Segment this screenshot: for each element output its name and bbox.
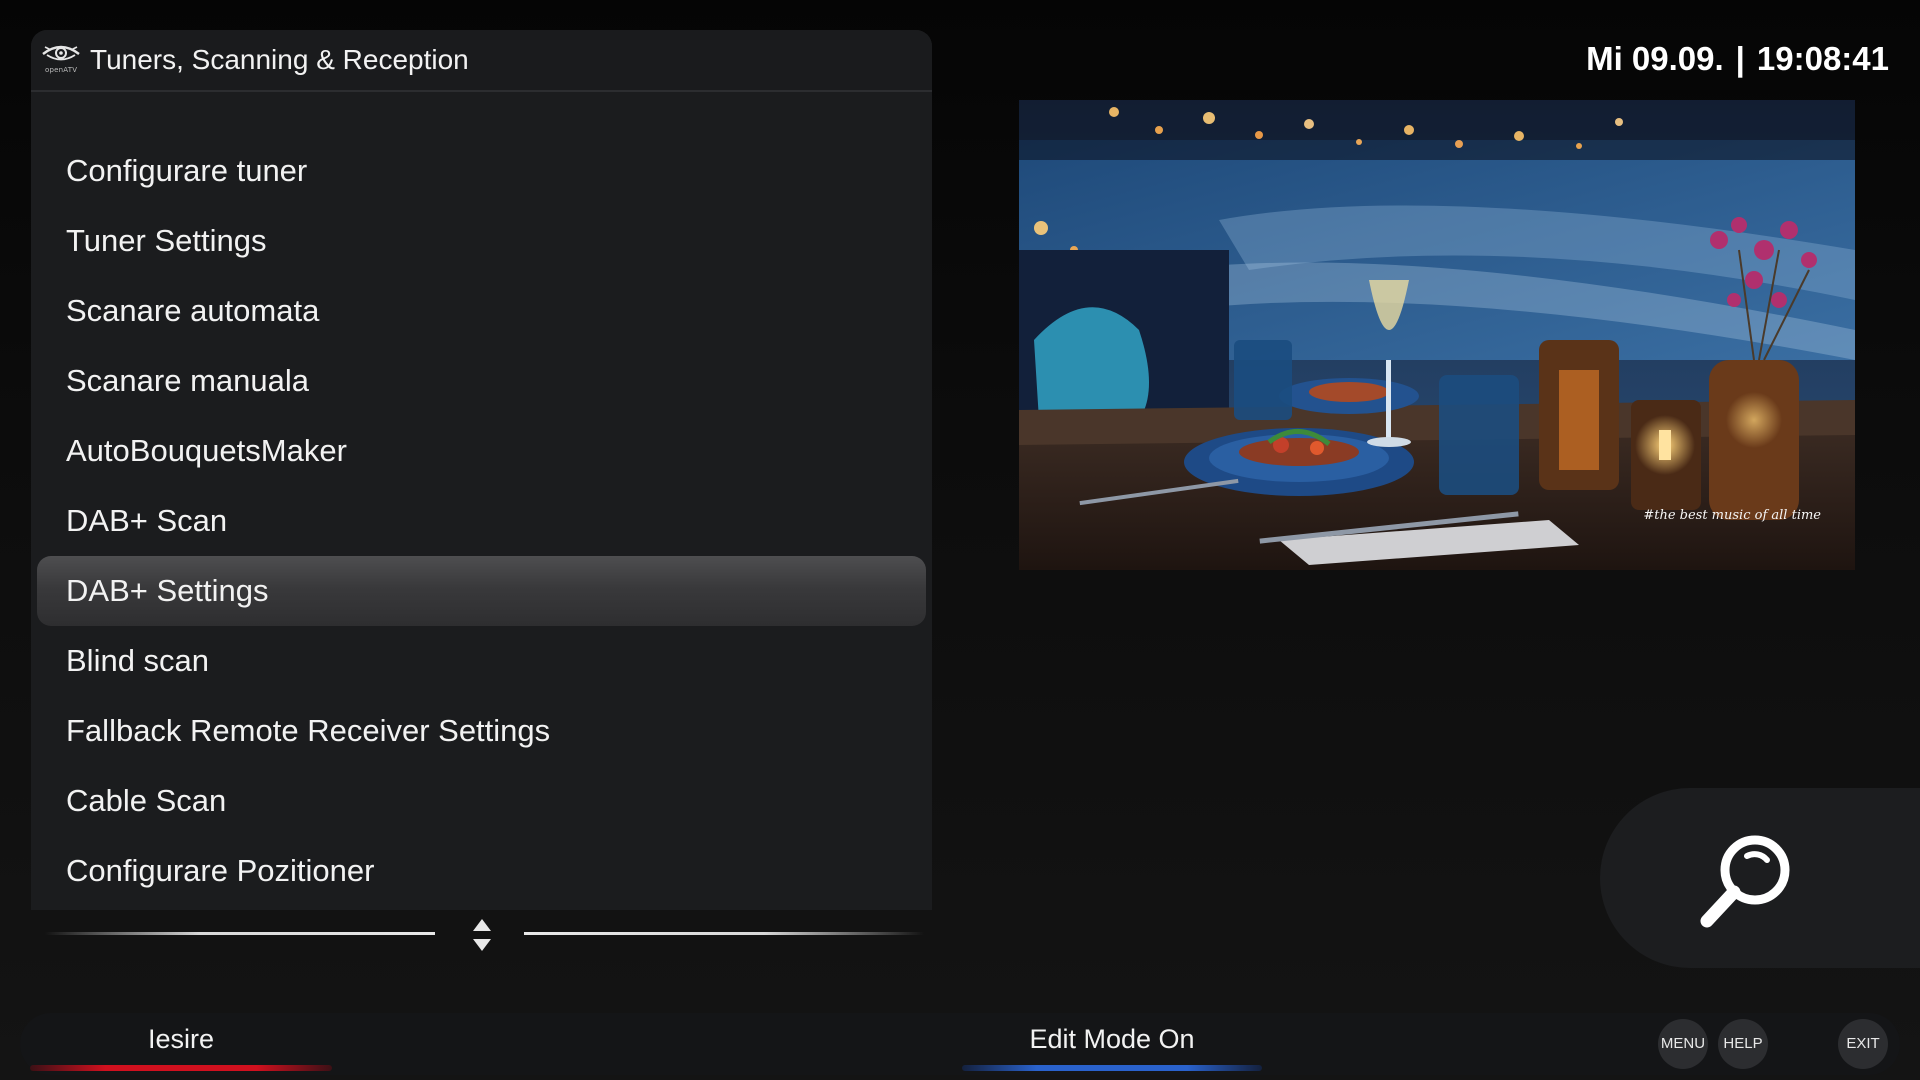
menu-panel: openATV Tuners, Scanning & Reception Con… xyxy=(31,30,932,910)
menu-item-label: Configurare Pozitioner xyxy=(66,853,375,888)
help-key-button[interactable]: HELP xyxy=(1718,1019,1768,1069)
menu-item-label: Fallback Remote Receiver Settings xyxy=(66,713,551,748)
menu-item-label: Tuner Settings xyxy=(66,223,267,258)
search-panel[interactable] xyxy=(1600,788,1920,968)
menu-item-label: DAB+ Scan xyxy=(66,503,228,538)
openatv-logo: openATV xyxy=(41,42,81,78)
menu-item-scanare-automata[interactable]: Scanare automata xyxy=(31,276,932,346)
menu-item-label: Scanare automata xyxy=(66,293,320,328)
menu-item-configurare-pozitioner[interactable]: Configurare Pozitioner xyxy=(31,836,932,906)
menu-header: openATV Tuners, Scanning & Reception xyxy=(31,30,932,92)
menu-item-label: Blind scan xyxy=(66,643,210,678)
menu-item-fallback-remote-receiver[interactable]: Fallback Remote Receiver Settings xyxy=(31,696,932,766)
clock-separator: | xyxy=(1735,40,1745,77)
clock-time: 19:08:41 xyxy=(1756,40,1889,77)
menu-item-tuner-settings[interactable]: Tuner Settings xyxy=(31,206,932,276)
menu-item-label: AutoBouquetsMaker xyxy=(66,433,347,468)
scroll-line-left xyxy=(45,932,435,935)
logo-text: openATV xyxy=(45,66,78,74)
clock: Mi 09.09. | 19:08:41 xyxy=(1586,40,1889,78)
red-button-indicator xyxy=(30,1065,332,1071)
blue-button-indicator xyxy=(962,1065,1262,1071)
menu-item-cable-scan[interactable]: Cable Scan xyxy=(31,766,932,836)
menu-item-configurare-tuner[interactable]: Configurare tuner xyxy=(31,136,932,206)
clock-date: Mi 09.09. xyxy=(1586,40,1724,77)
scroll-arrows-icon[interactable] xyxy=(470,918,494,952)
menu-list: Configurare tuner Tuner Settings Scanare… xyxy=(31,136,932,906)
exit-button-label[interactable]: Iesire xyxy=(30,1024,332,1055)
preview-caption: #the best music of all time xyxy=(1643,508,1821,523)
eye-icon xyxy=(42,45,80,61)
menu-item-dab-settings[interactable]: DAB+ Settings xyxy=(31,556,932,626)
menu-item-label: Cable Scan xyxy=(66,783,227,818)
preview-artwork xyxy=(1019,100,1855,570)
exit-key-button[interactable]: EXIT xyxy=(1838,1019,1888,1069)
menu-item-blind-scan[interactable]: Blind scan xyxy=(31,626,932,696)
menu-key-button[interactable]: MENU xyxy=(1658,1019,1708,1069)
search-icon[interactable] xyxy=(1697,830,1797,930)
menu-item-autobouquetsmaker[interactable]: AutoBouquetsMaker xyxy=(31,416,932,486)
preview-image: #the best music of all time xyxy=(1019,100,1855,570)
menu-item-label: Configurare tuner xyxy=(66,153,308,188)
screen: openATV Tuners, Scanning & Reception Con… xyxy=(0,0,1920,1080)
edit-mode-button-label[interactable]: Edit Mode On xyxy=(962,1024,1262,1055)
menu-item-label: Scanare manuala xyxy=(66,363,309,398)
menu-item-scanare-manuala[interactable]: Scanare manuala xyxy=(31,346,932,416)
scroll-line-right xyxy=(524,932,924,935)
page-title: Tuners, Scanning & Reception xyxy=(90,44,469,75)
menu-item-dab-scan[interactable]: DAB+ Scan xyxy=(31,486,932,556)
menu-item-label: DAB+ Settings xyxy=(66,573,269,608)
